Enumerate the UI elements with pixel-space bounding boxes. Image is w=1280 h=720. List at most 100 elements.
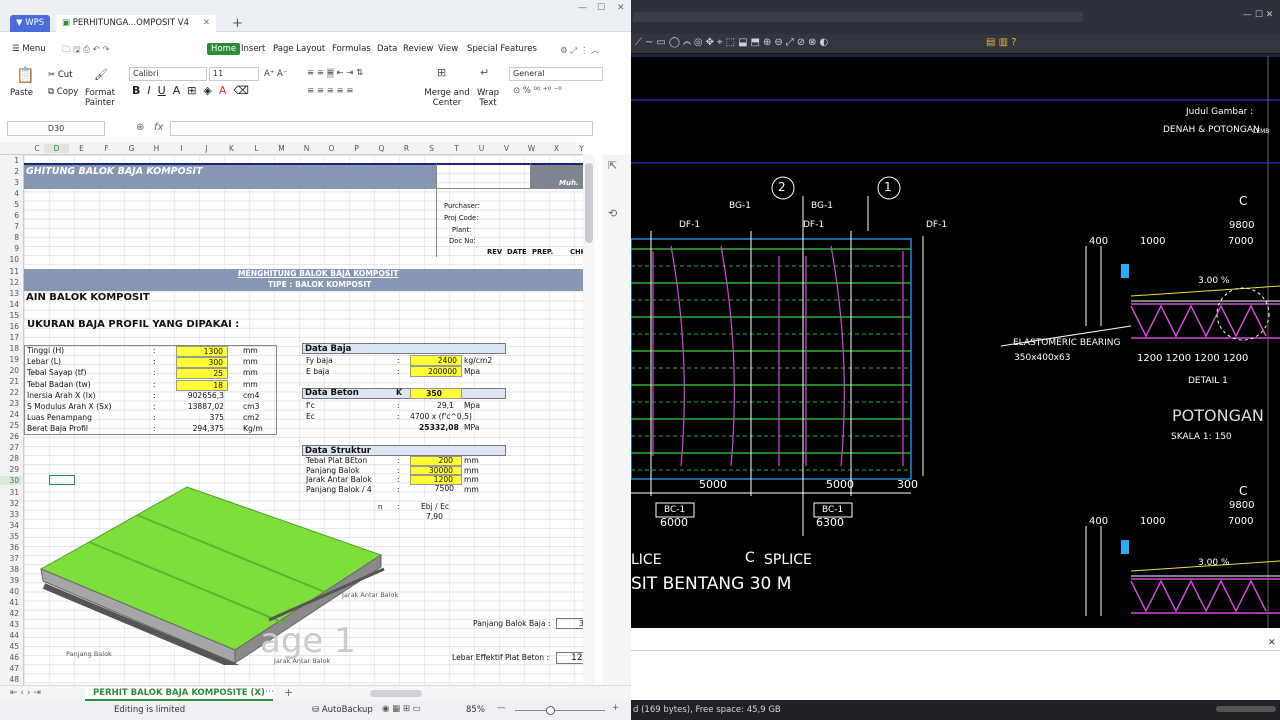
history-icon[interactable]: ⟲	[608, 207, 617, 220]
row-header[interactable]: 23	[0, 399, 22, 408]
cad-layer-icon[interactable]: ▤ ▥ ?	[986, 37, 1017, 48]
column-header[interactable]: M	[269, 144, 294, 153]
column-header[interactable]: U	[469, 144, 494, 153]
row-header[interactable]: 34	[0, 521, 22, 530]
wrap-icon[interactable]: ↵	[480, 66, 489, 79]
font-grow-shrink[interactable]: A⁺ A⁻	[264, 69, 287, 79]
zoom-slider[interactable]	[515, 710, 605, 711]
font-size-select[interactable]: 11	[209, 67, 259, 81]
close-tab-icon[interactable]: ✕	[203, 18, 210, 28]
row-header[interactable]: 6	[0, 211, 22, 220]
column-header[interactable]: P	[344, 144, 369, 153]
column-header[interactable]: S	[419, 144, 444, 153]
row-header[interactable]: 28	[0, 454, 22, 463]
column-header[interactable]: G	[119, 144, 144, 153]
fy-value[interactable]: 2400	[410, 355, 462, 366]
row-header[interactable]: 25	[0, 421, 22, 430]
align-buttons[interactable]: ≡ ≡ ≡ ≡ ≡	[307, 86, 353, 96]
number-format-buttons[interactable]: ⊙ % ⁰⁰ ⁺⁰ ⁻⁰	[513, 86, 562, 96]
row-header[interactable]: 17	[0, 333, 22, 342]
row-header[interactable]: 33	[0, 510, 22, 519]
row-header[interactable]: 40	[0, 587, 22, 596]
k-value[interactable]: 350	[410, 388, 462, 399]
column-header[interactable]: X	[544, 144, 569, 153]
sheet-nav-icons[interactable]: ⇤ ‹ › ⇥	[10, 688, 41, 698]
row-header[interactable]: 32	[0, 499, 22, 508]
row-header[interactable]: 47	[0, 664, 22, 673]
sheet-grid[interactable]: GHITUNG BALOK BAJA KOMPOSIT Muh. Purchas…	[24, 155, 583, 685]
zoom-in-icon[interactable]: +	[612, 703, 619, 713]
zoom-level[interactable]: 85%	[466, 705, 485, 715]
row-header[interactable]: 18	[0, 344, 22, 353]
row-header[interactable]: 44	[0, 631, 22, 640]
row-header[interactable]: 39	[0, 576, 22, 585]
paste-icon[interactable]: 📋	[16, 66, 35, 84]
column-header[interactable]: I	[169, 144, 194, 153]
row-header[interactable]: 21	[0, 377, 22, 386]
new-tab-button[interactable]: +	[226, 13, 249, 31]
row-header[interactable]: 15	[0, 311, 22, 320]
menu-button[interactable]: ☰ Menu	[12, 44, 46, 54]
tab-review[interactable]: Review	[403, 44, 433, 54]
row-header[interactable]: 1	[0, 156, 22, 165]
quick-access-icons[interactable]: 🗀 🖫 ⎙ ↶ ↷	[62, 44, 110, 58]
row-header[interactable]: 16	[0, 322, 22, 331]
tab-special-features[interactable]: Special Features	[467, 44, 537, 54]
struktur-value[interactable]: 30000	[410, 465, 462, 475]
font-name-select[interactable]: Calibri	[129, 67, 207, 81]
horizontal-scroll-thumb[interactable]	[370, 690, 422, 697]
maximize-icon[interactable]: ☐	[597, 3, 605, 13]
tab-view[interactable]: View	[438, 44, 458, 54]
column-header[interactable]: R	[394, 144, 419, 153]
fx-label[interactable]: fx	[154, 122, 163, 133]
zoom-out-icon[interactable]: —	[497, 703, 506, 713]
row-header[interactable]: 14	[0, 300, 22, 309]
cad-window-controls[interactable]: — ☐ ✕	[1243, 10, 1273, 20]
cursor-tool-icon[interactable]: ⇱	[608, 159, 617, 172]
row-header[interactable]: 43	[0, 620, 22, 629]
row-header[interactable]: 24	[0, 410, 22, 419]
column-header[interactable]: H	[144, 144, 169, 153]
row-header[interactable]: 20	[0, 366, 22, 375]
cad-drawing-canvas[interactable]: Judul Gambar : DENAH & POTONGAN LEMB 2 1…	[631, 56, 1280, 628]
row-header[interactable]: 36	[0, 543, 22, 552]
row-header[interactable]: 30	[0, 476, 22, 486]
row-header[interactable]: 12	[0, 278, 22, 287]
zoom-lens-icon[interactable]: ⊕	[136, 122, 144, 133]
row-header[interactable]: 19	[0, 355, 22, 364]
row-header[interactable]: 2	[0, 167, 22, 176]
panjang-baja-value[interactable]: 3	[556, 618, 583, 629]
e-value[interactable]: 200000	[410, 366, 462, 377]
struktur-value[interactable]: 200	[410, 456, 462, 466]
cad-command-window[interactable]: ✕	[631, 628, 1280, 700]
column-header[interactable]: V	[494, 144, 519, 153]
column-header[interactable]: N	[294, 144, 319, 153]
row-header[interactable]: 11	[0, 267, 22, 276]
name-box[interactable]: D30	[7, 121, 105, 136]
column-header[interactable]: T	[444, 144, 469, 153]
lebar-efektif-value[interactable]: 12	[556, 652, 583, 664]
tab-home[interactable]: Home	[207, 43, 241, 55]
settings-icons[interactable]: ⚙ ⤢ ⋮ ︿	[560, 44, 600, 56]
format-painter-icon[interactable]: 🖌	[94, 68, 108, 81]
font-style-buttons[interactable]: B I U A ⊞ ◈ A ⌫	[132, 85, 249, 96]
column-header[interactable]: D	[44, 144, 69, 153]
row-header[interactable]: 46	[0, 653, 22, 662]
column-header[interactable]: W	[519, 144, 544, 153]
column-header[interactable]: Q	[369, 144, 394, 153]
row-header[interactable]: 37	[0, 554, 22, 563]
row-header[interactable]: 41	[0, 598, 22, 607]
tab-data[interactable]: Data	[377, 44, 397, 54]
align-top-buttons[interactable]: ≡ ≡ ≡ ⇤ ⇥ ⇅	[307, 68, 363, 78]
profil-value[interactable]: 18	[176, 379, 228, 391]
zoom-slider-thumb[interactable]	[546, 706, 555, 715]
cad-command-close-icon[interactable]: ✕	[1268, 638, 1276, 648]
format-painter-button[interactable]: Format Painter	[85, 88, 121, 108]
column-header[interactable]: O	[319, 144, 344, 153]
cut-button[interactable]: ✂ Cut	[48, 70, 72, 80]
row-header[interactable]: 3	[0, 178, 22, 187]
sheet-tab-active[interactable]: PERHIT BALOK BAJA KOMPOSITE (X)	[85, 687, 273, 701]
tab-wps-home[interactable]: ▼ WPS	[10, 15, 51, 32]
profil-value[interactable]: 300	[176, 357, 228, 369]
view-mode-icons[interactable]: ◉ ▦ ⊞ ▭	[382, 704, 421, 714]
